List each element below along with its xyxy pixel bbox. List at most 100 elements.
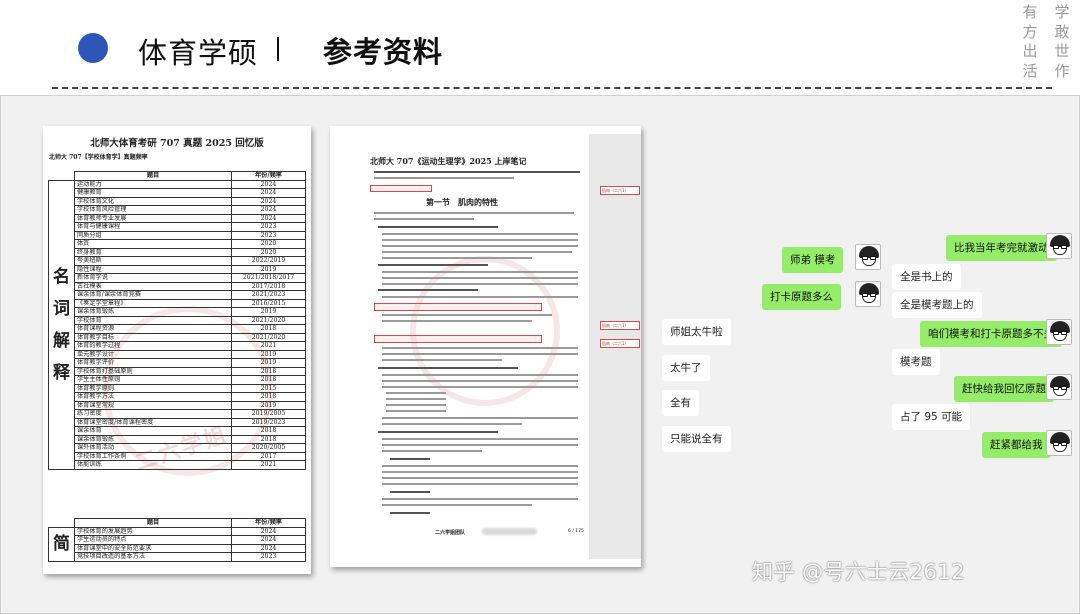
- term-cell: 课余体育锻炼: [74, 434, 232, 444]
- text-line: [382, 423, 522, 426]
- year-cell: 2021: [231, 460, 306, 470]
- text-line: [382, 498, 578, 501]
- table-corner: [49, 172, 75, 181]
- table-row: 学生主体性原则 2018: [49, 375, 306, 385]
- text-line: [382, 380, 578, 383]
- text-line: [382, 320, 532, 323]
- text-line: [390, 458, 430, 461]
- term-cell: 体能训练: [74, 460, 232, 470]
- year-cell: 2023: [231, 222, 306, 232]
- year-cell: 2024: [231, 179, 306, 189]
- chat-bubble: 赶紧都给我: [982, 432, 1051, 458]
- year-cell: 2024: [231, 543, 306, 553]
- section-label-char: 解: [53, 330, 70, 351]
- document-title: 北师大 707《运动生理学》2025 上岸笔记: [370, 156, 527, 166]
- table-row: 健康教育 2024: [49, 188, 306, 198]
- year-cell: 2021/2020: [231, 315, 306, 325]
- section-label: 名词解释: [48, 179, 75, 470]
- text-line: [382, 277, 578, 280]
- table-row: 古社模表 2017/2018: [49, 281, 306, 291]
- table-row: 夸美纽斯 2022/2019: [49, 256, 306, 266]
- bullet-dot: [78, 33, 108, 63]
- seal-char: 有: [1022, 3, 1038, 21]
- term-cell: 体育教学目标: [74, 332, 232, 342]
- year-cell: 2019/2005: [231, 409, 306, 419]
- year-cell: 2018: [231, 324, 306, 334]
- text-line: [382, 233, 578, 236]
- highlight-box: [374, 335, 542, 343]
- title-separator: [277, 37, 279, 61]
- text-line: [382, 353, 578, 356]
- table-row: 学校体育 2021/2020: [49, 315, 306, 325]
- table-row: 课余体育 2018: [49, 426, 306, 436]
- term-cell: 竞技项目改造的基本方法: [74, 552, 232, 562]
- text-line: [382, 471, 578, 474]
- table-row: 新体育学说 2021/2018/2017: [49, 273, 306, 283]
- term-cell: 课外体育活动: [74, 443, 232, 453]
- text-line: [374, 218, 474, 221]
- text-line: [378, 289, 478, 292]
- text-line: [382, 239, 578, 242]
- section-label-char: 释: [53, 362, 70, 383]
- year-cell: 2024: [231, 188, 306, 198]
- zhihu-watermark: 知乎 @号六士云2612: [752, 560, 966, 584]
- chat-bubble: 比我当年考完就激动: [946, 235, 1057, 261]
- term-cell: 体育教学评价: [74, 358, 232, 368]
- year-cell: 2019: [231, 307, 306, 317]
- section-label-char: 词: [53, 298, 70, 319]
- term-cell: 学校体育风险管理: [74, 205, 232, 215]
- term-cell: 体育与健康课程: [74, 222, 232, 232]
- term-cell: 单元教学设计: [74, 349, 232, 359]
- term-cell: 夸美纽斯: [74, 256, 232, 266]
- text-line: [382, 465, 578, 468]
- year-cell: 2024: [231, 526, 306, 536]
- year-cell: 2024: [231, 205, 306, 215]
- page-number: 6 / 175: [568, 529, 584, 534]
- slide-subtitle: 参考资料: [323, 35, 444, 69]
- chat-bubble: 太牛了: [662, 355, 710, 381]
- year-cell: 2020: [231, 239, 306, 249]
- text-line: [382, 257, 532, 260]
- term-cell: 体育教学方法: [74, 392, 232, 402]
- section-label-char: 名: [53, 266, 70, 287]
- year-cell: 2018: [231, 375, 306, 385]
- margin-note: 肌肉（二六1）: [600, 186, 640, 195]
- user-avatar: [1046, 430, 1072, 456]
- table-row: 体育与健康课程 2023: [49, 222, 306, 232]
- term-cell: 体育教师专业发展: [74, 213, 232, 223]
- text-line: [386, 398, 446, 401]
- text-line: [382, 504, 532, 507]
- table-row: 体育课堂中的安全防范要求 2024: [49, 543, 306, 553]
- table-row: 体育教学评价 2019: [49, 358, 306, 368]
- chat-bubble: 打卡原题多么: [762, 284, 841, 310]
- table-row: 简学校体育的发展趋势 2024: [48, 526, 306, 562]
- year-cell: 2018: [231, 426, 306, 436]
- seal-char: 学: [1054, 3, 1070, 21]
- table-row: 课余体育锻炼 2018: [49, 434, 306, 444]
- text-line: [382, 438, 578, 441]
- text-line: [374, 171, 580, 174]
- margin-note: 肌肉（二六1）: [600, 321, 640, 330]
- questions-table-body: 简学校体育的发展趋势 2024 学生运动员的特点 2024 体育课堂中的安全防范要求 20…: [48, 526, 306, 562]
- user-avatar: [1046, 319, 1072, 345]
- table-row: 体育教学目标 2021/2020: [49, 332, 306, 342]
- table-row: 《奏定学堂章程》 2016/2015: [49, 298, 306, 308]
- highlight-box: [374, 303, 542, 311]
- year-cell: 2019: [231, 400, 306, 410]
- seal-char: 作: [1054, 61, 1070, 80]
- user-avatar: [855, 244, 881, 270]
- term-cell: 体育教学原则: [74, 383, 232, 393]
- seal-char: 方: [1022, 22, 1038, 41]
- table-row: 体育课程资源 2018: [49, 324, 306, 334]
- table-row: 体育教学方法 2018: [49, 392, 306, 402]
- chat-bubble: 占了 95 可能: [892, 404, 971, 430]
- chat-bubble: 全是模考题上的: [892, 292, 982, 318]
- seal-char: 敢: [1054, 22, 1070, 41]
- table-row: 体育课堂密度/体育课程密度 2019/2023: [49, 417, 306, 427]
- exam-frequency-document: 二六学姐 北师大体育考研 707 真题 2025 回忆版 北师大 707【学校体…: [43, 126, 311, 574]
- term-cell: 体質: [74, 239, 232, 249]
- year-cell: 2018: [231, 434, 306, 444]
- term-cell: 体育的教学过程: [74, 341, 232, 351]
- term-cell: 体育课堂中的安全防范要求: [74, 543, 232, 553]
- slide-header: 体育学硕 参考资料: [0, 0, 1080, 92]
